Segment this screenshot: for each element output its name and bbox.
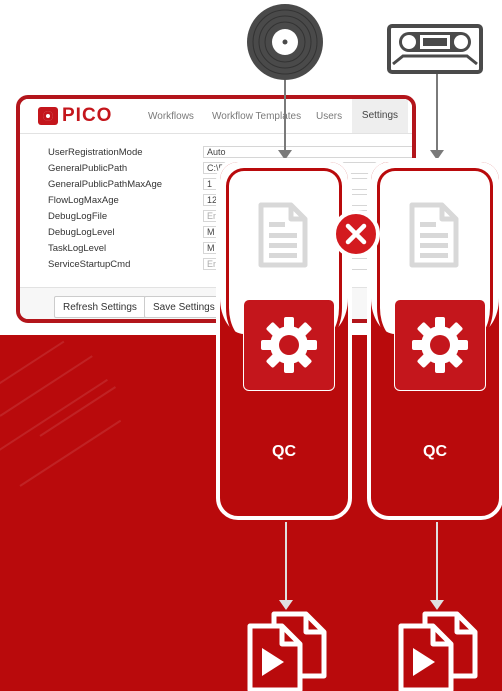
- qc-label: QC: [272, 443, 296, 460]
- video-files-icon: [247, 611, 327, 691]
- vinyl-record-icon: [247, 4, 323, 80]
- nav-workflow-templates[interactable]: Workflow Templates: [212, 111, 301, 122]
- input-arrow-right: [436, 74, 438, 150]
- logo-text: PICO: [62, 105, 113, 126]
- pico-logo-icon: [38, 107, 58, 125]
- setting-label: UserRegistrationMode: [48, 147, 143, 158]
- pico-logo: PICO: [38, 105, 112, 127]
- input-arrow-left: [284, 80, 286, 150]
- settings-gear-box: [243, 299, 335, 391]
- setting-label: FlowLogMaxAge: [48, 195, 119, 206]
- qc-label: QC: [423, 443, 447, 460]
- settings-row: UserRegistrationMode Auto: [48, 146, 412, 159]
- setting-label: GeneralPublicPath: [48, 163, 128, 174]
- setting-label: DebugLogFile: [48, 211, 108, 222]
- refresh-settings-button[interactable]: Refresh Settings: [54, 296, 146, 318]
- gear-icon: [412, 317, 468, 373]
- gear-icon: [261, 317, 317, 373]
- settings-gear-box: [394, 299, 486, 391]
- qc-process-card-left: QC: [216, 158, 352, 520]
- setting-label: GeneralPublicPathMaxAge: [48, 179, 163, 190]
- document-icon: [409, 202, 459, 268]
- nav-users[interactable]: Users: [316, 111, 342, 122]
- video-files-icon: [398, 611, 478, 691]
- setting-value-field[interactable]: Auto: [203, 146, 412, 158]
- setting-label: ServiceStartupCmd: [48, 259, 131, 270]
- save-settings-button[interactable]: Save Settings: [144, 296, 224, 318]
- output-arrow-left-head: [279, 600, 293, 610]
- app-topbar: PICO Workflows Workflow Templates Users …: [20, 99, 412, 134]
- document-icon: [258, 202, 308, 268]
- error-badge: [332, 210, 380, 258]
- close-icon: [345, 223, 367, 245]
- nav-workflows[interactable]: Workflows: [148, 111, 194, 122]
- setting-label: TaskLogLevel: [48, 243, 107, 254]
- nav-settings-active[interactable]: Settings: [352, 99, 408, 133]
- output-arrow-left: [285, 522, 287, 602]
- setting-label: DebugLogLevel: [48, 227, 115, 238]
- vhs-cassette-icon: [387, 24, 483, 74]
- output-arrow-right: [436, 522, 438, 602]
- output-arrow-right-head: [430, 600, 444, 610]
- qc-process-card-right: QC: [367, 158, 502, 520]
